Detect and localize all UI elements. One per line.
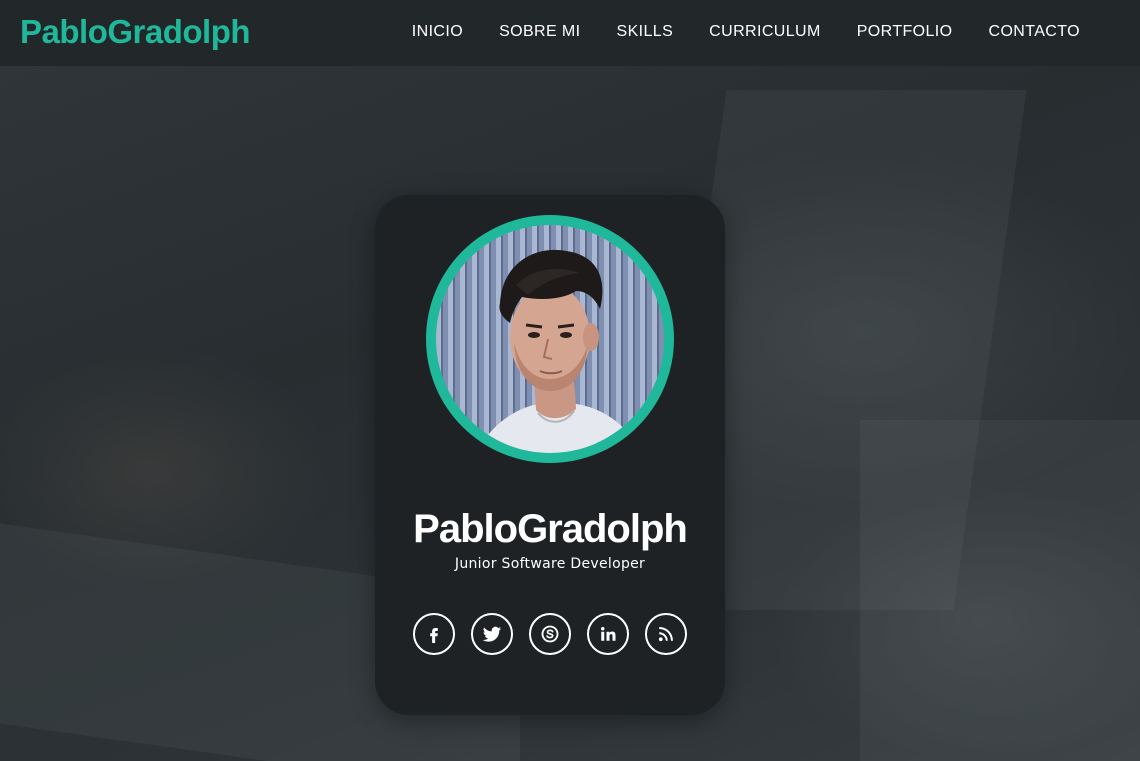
skype-icon xyxy=(541,625,559,643)
twitter-button[interactable] xyxy=(471,613,513,655)
navbar: PabloGradolph INICIO SOBRE MI SKILLS CUR… xyxy=(0,0,1140,66)
skype-button[interactable] xyxy=(529,613,571,655)
linkedin-button[interactable] xyxy=(587,613,629,655)
facebook-icon xyxy=(430,628,438,643)
profile-role: Junior Software Developer xyxy=(454,556,646,572)
rss-button[interactable] xyxy=(645,613,687,655)
nav-link-skills[interactable]: SKILLS xyxy=(617,23,674,40)
profile-photo xyxy=(436,225,664,453)
avatar-ring xyxy=(426,215,674,463)
brand-logo[interactable]: PabloGradolph xyxy=(20,10,251,54)
facebook-button[interactable] xyxy=(413,613,455,655)
rss-icon xyxy=(658,627,673,642)
profile-card: PabloGradolph Junior Software Developer xyxy=(375,195,725,715)
page: PabloGradolph INICIO SOBRE MI SKILLS CUR… xyxy=(0,0,1140,761)
profile-name: PabloGradolph xyxy=(413,507,688,551)
nav-link-portfolio[interactable]: PORTFOLIO xyxy=(857,23,953,40)
nav-link-inicio[interactable]: INICIO xyxy=(412,23,463,40)
nav-link-contacto[interactable]: CONTACTO xyxy=(989,23,1081,40)
linkedin-icon xyxy=(601,627,616,641)
twitter-icon xyxy=(482,626,502,642)
social-links xyxy=(375,613,725,655)
nav-link-curriculum[interactable]: CURRICULUM xyxy=(709,23,821,40)
nav-link-sobre-mi[interactable]: SOBRE MI xyxy=(499,23,580,40)
nav-menu: INICIO SOBRE MI SKILLS CURRICULUM PORTFO… xyxy=(376,0,1080,62)
